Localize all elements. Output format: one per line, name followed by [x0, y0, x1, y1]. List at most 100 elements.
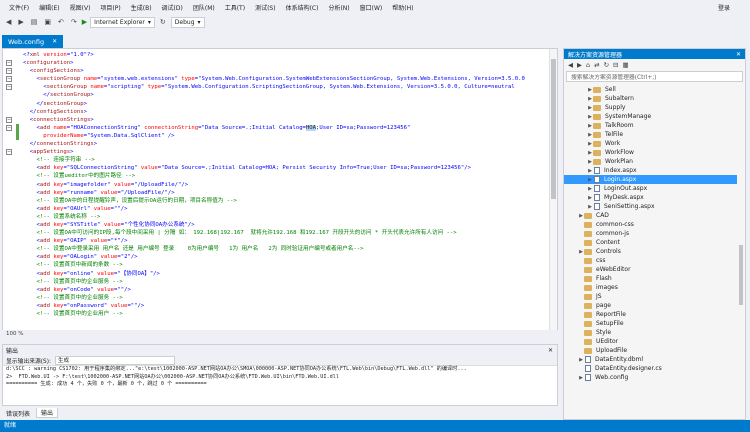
menu-item[interactable]: 测试(S) [250, 3, 281, 12]
tab-label: Web.config [8, 37, 45, 46]
editor-scrollbar[interactable] [549, 49, 557, 335]
tree-item[interactable]: ▶ TelFile [564, 130, 737, 139]
code-token: configuration [26, 60, 71, 67]
tree-item[interactable]: ▶ Subaltern [564, 94, 737, 103]
collapse-icon[interactable]: ⊟ [613, 61, 618, 69]
start-debug-icon[interactable]: ▶ [82, 18, 87, 26]
undo-icon[interactable]: ↶ [56, 18, 66, 26]
output-source-select[interactable]: 生成 [54, 355, 175, 365]
fold-toggle-icon[interactable]: − [6, 60, 12, 67]
menu-item[interactable]: 文件(F) [4, 3, 34, 12]
tree-item[interactable]: Content [564, 238, 737, 247]
bottom-tab[interactable]: 错误列表 [2, 408, 35, 418]
tree-item[interactable]: ▶ Web.config [564, 373, 737, 382]
save-icon[interactable]: ▣ [42, 18, 53, 26]
tree-item[interactable]: DataEntity.designer.cs [564, 364, 737, 373]
tree-item[interactable]: common-css [564, 220, 737, 229]
menu-item[interactable]: 项目(P) [95, 3, 125, 12]
close-icon[interactable]: ✕ [736, 51, 741, 58]
tree-item[interactable]: ▶ CAD [564, 211, 737, 220]
fold-toggle-icon[interactable]: − [6, 76, 12, 83]
tree-item[interactable]: common-js [564, 229, 737, 238]
fold-toggle-icon[interactable]: − [6, 84, 12, 91]
open-icon[interactable]: ▤ [29, 18, 40, 26]
tree-item[interactable]: ReportFile [564, 310, 737, 319]
code-line: <sectionGroup name="scripting" type="Sys… [23, 83, 549, 91]
tree-item[interactable]: Flash [564, 274, 737, 283]
tree-item[interactable]: JS [564, 292, 737, 301]
menu-item[interactable]: 编辑(E) [34, 3, 64, 12]
code-token: ="/UploadFile/"/> [130, 181, 189, 188]
home-icon[interactable]: ⌂ [586, 61, 590, 69]
back-icon[interactable]: ◀ [4, 18, 13, 26]
fold-toggle-icon[interactable]: − [6, 116, 12, 123]
tree-item[interactable]: eWebEditor [564, 265, 737, 274]
tree-item[interactable]: ▶ SeniSetting.aspx [564, 202, 737, 211]
solution-explorer-search[interactable]: 搜索解决方案资源管理器(Ctrl+;) [566, 71, 743, 82]
solution-explorer-scrollbar[interactable] [737, 85, 745, 419]
code-area[interactable]: <?xml version="1.0"?> <configuration> <co… [23, 51, 549, 318]
properties-icon[interactable]: ▦ [623, 61, 629, 69]
tree-item[interactable]: css [564, 256, 737, 265]
bottom-tab[interactable]: 输出 [36, 408, 59, 418]
sync-icon[interactable]: ⇄ [594, 61, 599, 69]
fold-toggle-icon[interactable]: − [6, 68, 12, 75]
menu-item[interactable]: 体系结构(C) [281, 3, 324, 12]
tree-item[interactable]: ▶ TalkRoom [564, 121, 737, 130]
tree-item[interactable]: ▶ WorkFlow [564, 148, 737, 157]
tree-item[interactable]: SetupFile [564, 319, 737, 328]
chevron-right-icon[interactable]: ▶ [578, 357, 584, 363]
tree-item-label: SetupFile [596, 320, 624, 327]
chevron-right-icon[interactable]: ▶ [587, 186, 593, 192]
tree-item[interactable]: ▶ Supply [564, 103, 737, 112]
menu-item[interactable]: 窗口(W) [355, 3, 388, 12]
tree-item[interactable]: UploadFile [564, 346, 737, 355]
code-token: value [107, 302, 128, 309]
tree-item[interactable]: ▶ Login.aspx [564, 175, 737, 184]
tree-item[interactable]: Style [564, 328, 737, 337]
chevron-right-icon[interactable]: ▶ [578, 375, 584, 381]
tree-item[interactable]: ▶ Work [564, 139, 737, 148]
forward-icon[interactable]: ▶ [577, 61, 582, 69]
redo-icon[interactable]: ↷ [69, 18, 79, 26]
chevron-right-icon[interactable]: ▶ [587, 204, 593, 210]
chevron-right-icon[interactable]: ▶ [587, 168, 593, 174]
tree-item[interactable]: UEditor [564, 337, 737, 346]
refresh-icon[interactable]: ↻ [604, 61, 609, 69]
tree-item[interactable]: ▶ SystemManage [564, 112, 737, 121]
close-icon[interactable]: ✕ [548, 347, 553, 354]
chevron-right-icon[interactable]: ▶ [587, 195, 593, 201]
menu-item[interactable]: 团队(M) [188, 3, 220, 12]
fold-toggle-icon[interactable]: − [6, 124, 12, 131]
tree-item[interactable]: ▶ MyDesk.aspx [564, 193, 737, 202]
browser-select[interactable]: Internet Explorer ▾ [90, 16, 155, 28]
forward-icon[interactable]: ▶ [16, 18, 25, 26]
tree-item[interactable]: images [564, 283, 737, 292]
code-editor[interactable]: − − − − − − − <?xml version="1.0"?> <configurat… [2, 48, 558, 336]
tree-item[interactable]: ▶ Index.aspx [564, 166, 737, 175]
scroll-thumb[interactable] [551, 59, 556, 199]
tree-item[interactable]: ▶ DataEntity.dbml [564, 355, 737, 364]
tree-item[interactable]: page [564, 301, 737, 310]
tree-item[interactable]: ▶ Sell [564, 85, 737, 94]
scroll-thumb[interactable] [739, 245, 743, 305]
menu-item[interactable]: 生成(B) [126, 3, 157, 12]
fold-toggle-icon[interactable]: − [6, 149, 12, 156]
refresh-icon[interactable]: ↻ [158, 18, 168, 26]
tree-item[interactable]: ▶ WorkPlan [564, 157, 737, 166]
tree-item[interactable]: ▶ LoginOut.aspx [564, 184, 737, 193]
chevron-right-icon[interactable]: ▶ [587, 177, 593, 183]
tab-web-config[interactable]: Web.config ✕ [2, 35, 64, 48]
menu-item[interactable]: 视图(V) [65, 3, 96, 12]
menu-item[interactable]: 工具(T) [220, 3, 250, 12]
menu-item[interactable]: 分析(N) [323, 3, 354, 12]
menu-item[interactable]: 调试(D) [157, 3, 188, 12]
menu-item[interactable]: 帮助(H) [387, 3, 418, 12]
close-icon[interactable]: ✕ [52, 38, 57, 45]
zoom-level[interactable]: 100 % [6, 331, 23, 337]
config-select[interactable]: Debug ▾ [170, 16, 205, 28]
back-icon[interactable]: ◀ [568, 61, 573, 69]
code-token: <!-- 设置首页中的企业服务 --> [23, 294, 123, 301]
tree-item[interactable]: ▶ Controls [564, 247, 737, 256]
login-link[interactable]: 登录 [718, 3, 730, 12]
